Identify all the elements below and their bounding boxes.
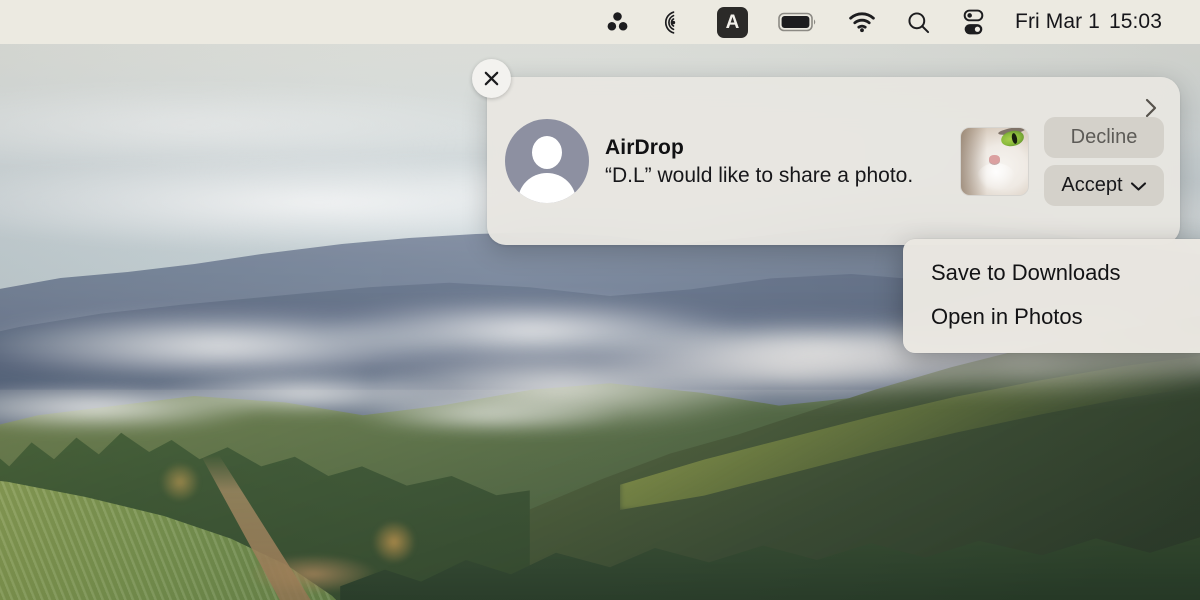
notification-message: “D.L” would like to share a photo. bbox=[605, 163, 914, 187]
decline-button-label: Decline bbox=[1070, 125, 1138, 148]
thumbnail-nose bbox=[989, 154, 1000, 164]
notification-text-block: AirDrop “D.L” would like to share a phot… bbox=[605, 133, 953, 190]
close-notification-button[interactable] bbox=[472, 59, 511, 98]
avatar-head bbox=[532, 136, 562, 169]
accept-button[interactable]: Accept bbox=[1044, 164, 1164, 206]
notification-actions: Decline Accept bbox=[1044, 116, 1164, 206]
chevron-down-icon bbox=[1130, 181, 1146, 191]
clock-date: Fri Mar 1 bbox=[1015, 10, 1100, 33]
notification-app-title: AirDrop bbox=[605, 135, 684, 159]
battery-icon[interactable] bbox=[763, 0, 833, 44]
menu-bar: A Fri Mar 1 15:03 bbox=[0, 0, 1200, 44]
avatar bbox=[505, 119, 589, 203]
menu-item-open-in-photos[interactable]: Open in Photos bbox=[903, 295, 1200, 339]
airplay-icon[interactable] bbox=[645, 0, 702, 44]
menu-item-save-to-downloads[interactable]: Save to Downloads bbox=[903, 251, 1200, 295]
decline-button[interactable]: Decline bbox=[1044, 116, 1164, 158]
input-source-letter: A bbox=[717, 6, 749, 38]
menu-item-save-to-downloads-label: Save to Downloads bbox=[931, 260, 1121, 285]
clock-time: 15:03 bbox=[1108, 10, 1162, 33]
close-icon bbox=[484, 71, 499, 86]
menubar-clock[interactable]: Fri Mar 1 15:03 bbox=[1001, 10, 1162, 34]
wifi-icon[interactable] bbox=[833, 0, 891, 44]
desktop-screen: A Fri Mar 1 15:03 AirDrop “D.L” would li… bbox=[0, 0, 1200, 600]
input-source-icon[interactable]: A bbox=[702, 0, 763, 44]
accept-button-label: Accept bbox=[1061, 173, 1123, 196]
notification-content: AirDrop “D.L” would like to share a phot… bbox=[487, 77, 1180, 245]
dropbox-icon[interactable] bbox=[590, 0, 645, 44]
control-center-icon[interactable] bbox=[946, 0, 1001, 44]
menu-item-open-in-photos-label: Open in Photos bbox=[931, 304, 1083, 329]
avatar-body bbox=[518, 173, 576, 203]
thumbnail-muzzle bbox=[977, 162, 1015, 191]
airdrop-notification[interactable]: AirDrop “D.L” would like to share a phot… bbox=[487, 77, 1180, 245]
search-icon[interactable] bbox=[891, 0, 946, 44]
shared-photo-thumbnail[interactable] bbox=[961, 127, 1028, 195]
accept-dropdown-menu[interactable]: Save to Downloads Open in Photos bbox=[903, 239, 1200, 353]
